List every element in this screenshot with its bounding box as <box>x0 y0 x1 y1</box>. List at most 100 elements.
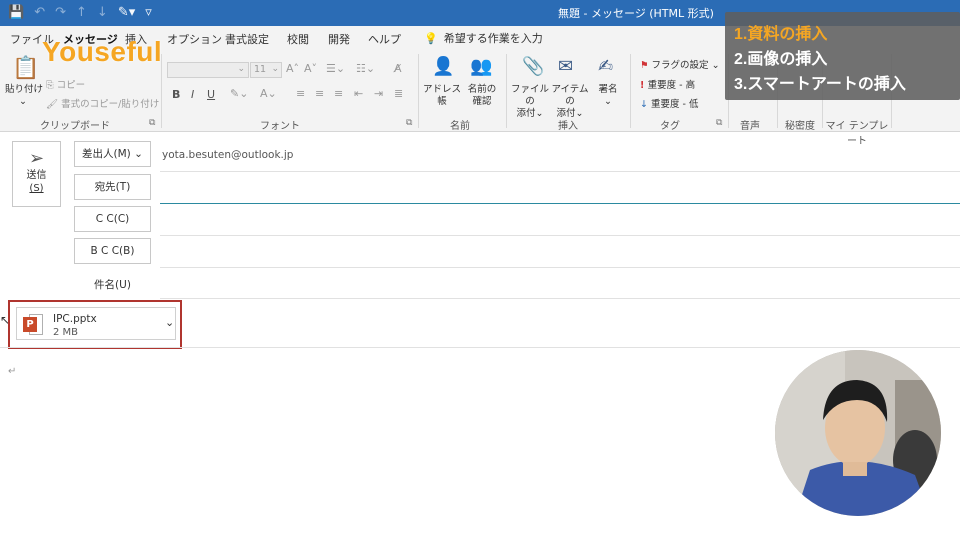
format-painter-button[interactable]: 🖌 書式のコピー/貼り付け <box>46 96 159 110</box>
low-importance-button[interactable]: ↓ 重要度 - 低 <box>640 96 698 110</box>
tab-options[interactable]: オプション <box>167 31 222 47</box>
exclamation-icon: ! <box>640 80 648 91</box>
underline-button[interactable]: U <box>207 88 215 101</box>
paperclip-icon[interactable]: 📎 <box>522 56 544 77</box>
presenter-image <box>775 350 941 516</box>
group-separator <box>418 54 419 128</box>
increase-indent-icon[interactable]: ⇥ <box>374 87 383 100</box>
send-button[interactable]: ➢ 送信 (S) <box>12 141 61 207</box>
highlight-icon[interactable]: ✎⌄ <box>230 87 248 100</box>
powerpoint-icon: P <box>23 314 44 336</box>
chevron-down-icon[interactable]: ⌄ <box>165 316 174 329</box>
flag-icon: ⚑ <box>640 60 652 71</box>
bcc-button[interactable]: B C C(B) <box>74 238 151 264</box>
group-label-templates: マイ テンプレート <box>825 121 889 147</box>
paragraph-mark-icon: ↵ <box>8 366 17 377</box>
subject-label: 件名(U) <box>94 279 131 291</box>
attachment-chip[interactable]: P IPC.pptx 2 MB ⌄ <box>16 307 176 340</box>
to-button[interactable]: 宛先(T) <box>74 174 151 200</box>
align-left-icon[interactable]: ≡ <box>296 87 305 100</box>
brush-icon: 🖌 <box>46 99 62 110</box>
bcc-input[interactable] <box>160 267 960 268</box>
align-center-icon[interactable]: ≡ <box>315 87 324 100</box>
envelope-icon[interactable]: ✉ <box>558 56 573 77</box>
tags-launcher-icon[interactable]: ⧉ <box>716 118 722 128</box>
font-size-dropdown[interactable]: 11 ⌄ <box>250 62 282 78</box>
group-label-clipboard: クリップボード <box>40 121 110 132</box>
group-label-voice: 音声 <box>740 121 760 132</box>
font-color-icon[interactable]: A⌄ <box>260 87 277 100</box>
bullets-icon[interactable]: ☰⌄ <box>326 62 345 75</box>
attach-file-button[interactable]: ファイルの 添付⌄ <box>510 84 550 120</box>
paste-icon[interactable]: 📋 <box>12 56 39 81</box>
text-direction-icon[interactable]: ≣ <box>394 87 403 100</box>
send-label: 送信 <box>26 170 47 181</box>
align-right-icon[interactable]: ≡ <box>334 87 343 100</box>
high-importance-button[interactable]: ! 重要度 - 高 <box>640 77 695 91</box>
subject-input[interactable] <box>160 298 960 299</box>
tell-me-box[interactable]: 💡 希望する作業を入力 <box>424 30 543 46</box>
attach-item-button[interactable]: アイテムの 添付⌄ <box>550 84 590 120</box>
bold-button[interactable]: B <box>172 88 180 101</box>
tab-help[interactable]: ヘルプ <box>368 31 401 47</box>
topic-line-1: 1.資料の挿入 <box>734 26 828 43</box>
tab-review[interactable]: 校閲 <box>287 31 309 47</box>
down-arrow-importance-icon: ↓ <box>640 99 651 110</box>
webcam-video <box>775 350 941 516</box>
cc-input[interactable] <box>160 235 960 236</box>
group-label-sensitivity: 秘密度 <box>785 121 815 132</box>
check-names-icon[interactable]: 👥 <box>470 56 492 77</box>
check-names-label[interactable]: 名前の 確認 <box>462 84 502 108</box>
up-arrow-icon[interactable]: ↑ <box>76 4 87 22</box>
address-book-label[interactable]: アドレス帳 <box>420 84 464 108</box>
address-book-icon[interactable]: 👤 <box>432 56 454 77</box>
decrease-indent-icon[interactable]: ⇤ <box>354 87 363 100</box>
paste-dropdown-icon[interactable]: ⌄ <box>18 96 28 108</box>
undo-icon[interactable]: ↶ <box>34 4 45 22</box>
save-icon[interactable]: 💾 <box>8 4 24 22</box>
group-separator <box>506 54 507 128</box>
topic-line-2: 2.画像の挿入 <box>734 51 828 68</box>
attachment-highlight: P IPC.pptx 2 MB ⌄ <box>8 300 182 349</box>
send-shortcut: (S) <box>29 183 44 194</box>
body-separator <box>0 347 960 348</box>
topic-line-3: 3.スマートアートの挿入 <box>734 76 906 93</box>
tell-me-text: 希望する作業を入力 <box>443 32 543 45</box>
grow-font-icon[interactable]: A˄ <box>286 62 299 75</box>
signature-icon[interactable]: ✍ <box>598 56 613 77</box>
copy-button[interactable]: ⎘ コピー <box>46 77 85 91</box>
clear-format-icon[interactable]: A̸ <box>394 62 402 75</box>
copy-icon: ⎘ <box>46 80 57 91</box>
from-button[interactable]: 差出人(M) ⌄ <box>74 141 151 167</box>
clipboard-launcher-icon[interactable]: ⧉ <box>149 118 155 128</box>
tab-developer[interactable]: 開発 <box>328 31 350 47</box>
numbering-icon[interactable]: ☷⌄ <box>356 62 375 75</box>
customize-icon[interactable]: ▿ <box>145 4 152 22</box>
redo-icon[interactable]: ↷ <box>55 4 66 22</box>
group-label-names: 名前 <box>450 121 470 132</box>
attachment-size: 2 MB <box>53 327 79 338</box>
format-painter-icon[interactable]: ✎▾ <box>118 4 135 22</box>
send-icon: ➢ <box>28 148 45 169</box>
quick-access-toolbar: 💾 ↶ ↷ ↑ ↓ ✎▾ ▿ <box>8 4 152 22</box>
group-label-tags: タグ <box>660 121 680 132</box>
group-label-include: 挿入 <box>558 121 578 132</box>
italic-button[interactable]: I <box>191 88 194 101</box>
from-underline <box>160 171 960 172</box>
down-arrow-icon[interactable]: ↓ <box>97 4 108 22</box>
font-launcher-icon[interactable]: ⧉ <box>406 118 412 128</box>
cc-button[interactable]: C C(C) <box>74 206 151 232</box>
paste-label[interactable]: 貼り付け <box>4 84 44 96</box>
window-title: 無題 - メッセージ (HTML 形式) <box>558 7 714 20</box>
attachment-filename: IPC.pptx <box>53 313 97 325</box>
brand-watermark: Youseful <box>42 36 163 67</box>
shrink-font-icon[interactable]: A˅ <box>304 62 317 75</box>
to-input[interactable] <box>160 203 960 204</box>
chevron-down-icon: ⌄ <box>134 148 143 160</box>
font-name-dropdown[interactable]: ⌄ <box>167 62 249 78</box>
follow-up-button[interactable]: ⚑ フラグの設定 ⌄ <box>640 57 720 71</box>
tab-format[interactable]: 書式設定 <box>225 31 269 47</box>
signature-button[interactable]: 署名 ⌄ <box>594 84 622 108</box>
from-address: yota.besuten@outlook.jp <box>162 149 294 161</box>
group-separator <box>630 54 631 128</box>
